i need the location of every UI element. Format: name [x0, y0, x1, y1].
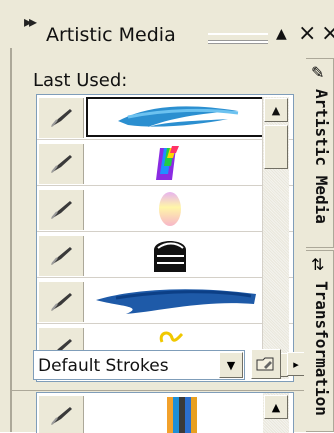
stroke-category-value: Default Strokes [38, 356, 169, 376]
stroke-library-list[interactable]: ▲ [36, 392, 294, 433]
stroke-category-dropdown[interactable]: Default Strokes ▼ [33, 350, 245, 380]
brush-icon [39, 190, 84, 230]
flyout-menu-button[interactable]: ▸ [287, 352, 305, 376]
section-divider [12, 380, 304, 391]
docker-title: Artistic Media [46, 24, 176, 46]
row-separator [37, 277, 293, 278]
stroke-preview-black-arch[interactable] [86, 236, 260, 274]
stroke-preview-blue-scribble[interactable] [86, 97, 264, 137]
stroke-row[interactable] [37, 141, 293, 186]
close-docker-button[interactable]: × [321, 21, 334, 46]
stroke-preview-striped[interactable] [167, 397, 209, 433]
browse-folder-button[interactable] [251, 349, 281, 379]
last-used-list[interactable] [36, 94, 294, 382]
stroke-row[interactable] [37, 187, 293, 232]
stroke-row[interactable] [37, 233, 293, 278]
docker-edge [10, 48, 12, 432]
docker-titlebar[interactable]: ▸▸ Artistic Media ▲ × × [0, 0, 334, 58]
stroke-preview-blue-brush[interactable] [86, 282, 260, 320]
tab-label: Transformation [312, 281, 331, 416]
last-used-label: Last Used: [33, 70, 128, 91]
stroke-preview-rainbow-ribbon[interactable] [86, 144, 260, 182]
stroke-preview-pastel-gradient[interactable] [86, 190, 260, 228]
collapse-button[interactable]: ▲ [276, 26, 287, 42]
transform-icon: ⇅ [311, 255, 325, 274]
title-grip[interactable] [208, 33, 268, 43]
brush-icon [39, 282, 84, 322]
brush-icon [39, 144, 84, 184]
row-separator [37, 231, 293, 232]
row-separator [37, 139, 293, 140]
artistic-media-docker: ▸▸ Artistic Media ▲ × × Last Used: ▲ Def… [0, 0, 334, 433]
close-button[interactable]: × [298, 21, 316, 46]
scroll-up-button[interactable]: ▲ [264, 98, 288, 122]
brush-icon [39, 396, 84, 433]
stroke-row[interactable] [37, 95, 293, 140]
last-used-scrollbar[interactable]: ▲ ▼ [262, 97, 289, 379]
brush-icon: ✎ [311, 63, 325, 82]
stroke-row[interactable] [37, 279, 293, 324]
stroke-library-scrollbar[interactable]: ▲ [263, 393, 289, 433]
scroll-thumb[interactable] [264, 125, 288, 169]
brush-icon [39, 98, 84, 138]
row-separator [37, 185, 293, 186]
dropdown-arrow-icon[interactable]: ▼ [219, 352, 243, 378]
tab-label: Artistic Media [312, 89, 331, 224]
tab-transformation[interactable]: ⇅ Transformation [306, 250, 334, 432]
row-separator [37, 323, 293, 324]
scroll-up-button[interactable]: ▲ [264, 395, 288, 419]
expand-arrows-icon[interactable]: ▸▸ [24, 12, 37, 31]
tab-artistic-media[interactable]: ✎ Artistic Media [306, 58, 334, 248]
brush-icon [39, 236, 84, 276]
docker-tabs: ✎ Artistic Media ⇅ Transformation [304, 58, 334, 432]
